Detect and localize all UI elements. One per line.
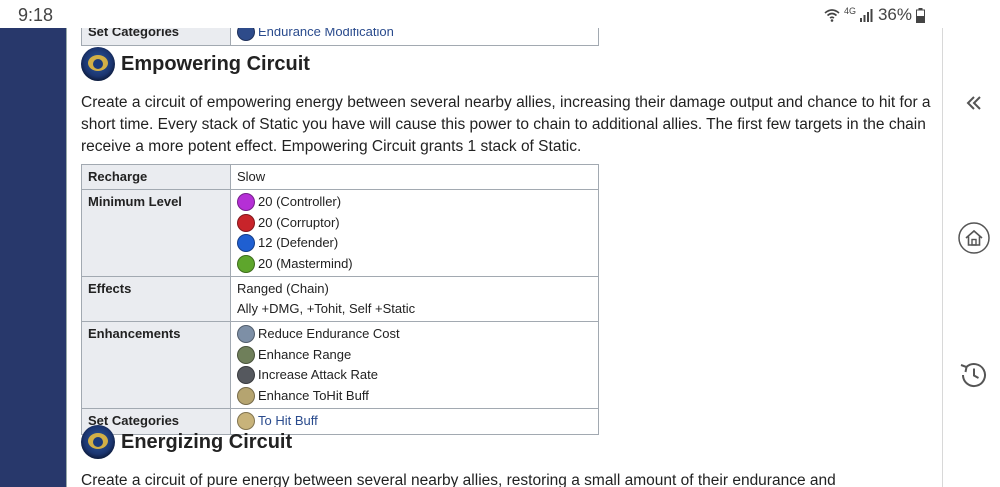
endurance-enhancement-icon (237, 325, 255, 344)
network-type: 4G (843, 6, 856, 16)
home-button[interactable] (957, 221, 991, 259)
enhancement-endurance: Reduce Endurance Cost (258, 326, 400, 342)
enhancement-tohit: Enhance ToHit Buff (258, 387, 369, 403)
wiki-content[interactable]: Set Categories Endurance Modification Em… (67, 28, 942, 487)
list-item: 20 (Controller) (237, 192, 592, 213)
status-bar: 9:18 4G 36% (0, 0, 1000, 28)
page-title: Empowering Circuit (121, 52, 310, 75)
recharge-enhancement-icon (237, 366, 255, 385)
tohit-enhancement-icon (237, 386, 255, 405)
signal-icon (859, 8, 874, 22)
empowering-circuit-icon (81, 47, 115, 81)
enhancements-label: Enhancements (81, 321, 231, 409)
wifi-calling-icon (824, 7, 840, 23)
status-time: 9:18 (18, 5, 54, 25)
list-item: Reduce Endurance Cost (237, 324, 592, 345)
battery-percent: 36% (877, 5, 912, 24)
enhancement-range: Enhance Range (258, 346, 352, 362)
list-item: Increase Attack Rate (237, 365, 592, 386)
recharge-value: Slow (230, 164, 599, 190)
empowering-info-table: Recharge Slow Minimum Level 20 (Controll… (81, 164, 599, 435)
history-button[interactable] (957, 360, 991, 394)
enhancements-values: Reduce Endurance Cost Enhance Range Incr… (230, 321, 599, 409)
endurance-set-icon (237, 28, 255, 42)
mastermind-icon (237, 254, 255, 273)
list-item: Enhance ToHit Buff (237, 386, 592, 407)
empowering-description: Create a circuit of empowering energy be… (81, 94, 931, 155)
battery-icon (916, 7, 925, 23)
double-chevron-left-icon (964, 93, 984, 118)
level-defender: 12 (Defender) (258, 235, 339, 251)
defender-icon (237, 234, 255, 253)
set-category-link[interactable]: Endurance Modification (258, 28, 394, 42)
row-value: Endurance Modification (230, 28, 599, 46)
row-label: Set Categories (81, 28, 231, 46)
table-row: Enhancements Reduce Endurance Cost Enhan… (81, 321, 599, 409)
history-icon (957, 358, 991, 397)
browser-side-nav (942, 28, 1000, 487)
effect-range: Ranged (Chain) (237, 281, 329, 296)
list-item: Enhance Range (237, 345, 592, 366)
list-item: 12 (Defender) (237, 233, 592, 254)
empowering-circuit-heading: Empowering Circuit (81, 47, 310, 81)
system-icons: 4G 36% (824, 5, 925, 25)
effect-details: Ally +DMG, +Tohit, Self +Static (237, 301, 416, 316)
section-title: Energizing Circuit (121, 430, 293, 453)
energizing-circuit-heading: Energizing Circuit (81, 425, 292, 459)
list-item: 20 (Corruptor) (237, 213, 592, 234)
list-item: 20 (Mastermind) (237, 254, 592, 275)
effects-label: Effects (81, 276, 231, 322)
energizing-circuit-icon (81, 425, 115, 459)
table-row: Minimum Level 20 (Controller) 20 (Corrup… (81, 189, 599, 277)
level-controller: 20 (Controller) (258, 194, 342, 210)
prev-power-table: Set Categories Endurance Modification (81, 28, 599, 46)
table-row: Recharge Slow (81, 164, 599, 190)
collapse-button[interactable] (957, 88, 991, 122)
effects-values: Ranged (Chain) Ally +DMG, +Tohit, Self +… (230, 276, 599, 322)
energizing-description: Create a circuit of pure energy between … (81, 472, 836, 487)
range-enhancement-icon (237, 345, 255, 364)
minimum-level-label: Minimum Level (81, 189, 231, 277)
table-row: Set Categories Endurance Modification (81, 28, 599, 46)
home-icon (958, 221, 990, 259)
recharge-label: Recharge (81, 164, 231, 190)
minimum-level-values: 20 (Controller) 20 (Corruptor) 12 (Defen… (230, 189, 599, 277)
level-mastermind: 20 (Mastermind) (258, 255, 353, 271)
table-row: Effects Ranged (Chain) Ally +DMG, +Tohit… (81, 276, 599, 322)
enhancement-recharge: Increase Attack Rate (258, 367, 378, 383)
level-corruptor: 20 (Corruptor) (258, 214, 340, 230)
controller-icon (237, 193, 255, 212)
corruptor-icon (237, 213, 255, 232)
left-margin-band (0, 28, 66, 487)
